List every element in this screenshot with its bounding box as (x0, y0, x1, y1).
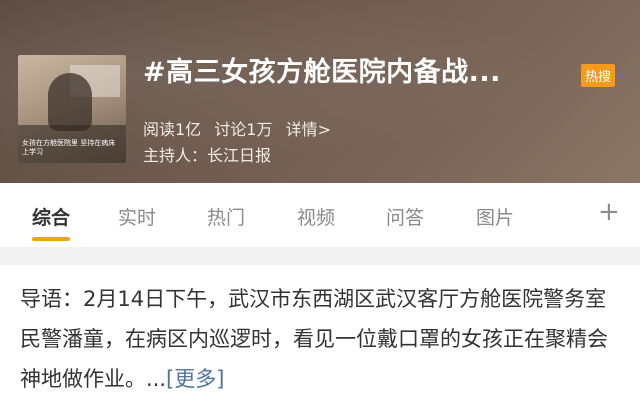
tab-qa[interactable]: 问答 (386, 203, 424, 230)
topic-thumbnail[interactable]: 女孩在方舱医院里 坚持在病床上学习 (18, 55, 126, 163)
topic-stats: 阅读1亿 讨论1万 详情> (143, 116, 339, 140)
topic-host: 主持人：长江日报 (143, 146, 272, 165)
tab-video[interactable]: 视频 (297, 203, 335, 230)
tab-comprehensive[interactable]: 综合 (32, 203, 70, 230)
active-tab-indicator (32, 237, 70, 241)
topic-header: 女孩在方舱医院里 坚持在病床上学习 #高三女孩方舱医院内备战... 热搜 阅读1… (0, 0, 640, 183)
tab-images[interactable]: 图片 (476, 203, 514, 230)
read-count: 阅读1亿 (143, 120, 202, 139)
details-link[interactable]: 详情> (286, 120, 331, 139)
intro-card: 导语：2月14日下午，武汉市东西湖区武汉客厅方舱医院警务室民警潘童，在病区内巡逻… (0, 265, 640, 420)
add-tab-icon[interactable]: + (598, 197, 620, 227)
thumbnail-caption: 女孩在方舱医院里 坚持在病床上学习 (22, 139, 116, 156)
more-link[interactable]: [更多] (166, 367, 224, 391)
hot-search-badge: 热搜 (581, 64, 616, 87)
thumbnail-person (48, 73, 92, 131)
intro-text: 导语：2月14日下午，武汉市东西湖区武汉客厅方舱医院警务室民警潘童，在病区内巡逻… (20, 287, 608, 391)
tab-bar: 综合 实时 热门 视频 问答 图片 + (0, 183, 640, 247)
intro-text-block: 导语：2月14日下午，武汉市东西湖区武汉客厅方舱医院警务室民警潘童，在病区内巡逻… (20, 279, 620, 399)
tab-realtime[interactable]: 实时 (118, 203, 156, 230)
section-divider (0, 247, 640, 265)
tab-popular[interactable]: 热门 (207, 203, 245, 230)
discussion-count: 讨论1万 (214, 120, 273, 139)
topic-title: #高三女孩方舱医院内备战... (143, 57, 501, 88)
